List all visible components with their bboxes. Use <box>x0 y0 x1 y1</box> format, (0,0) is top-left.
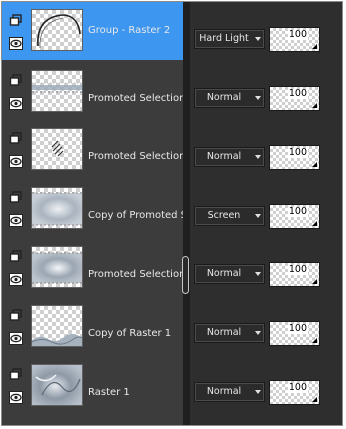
layer-controls: Normal 100 <box>190 356 342 414</box>
resize-grip-icon <box>312 279 317 284</box>
chevron-down-icon <box>255 272 261 276</box>
blend-mode-value: Normal <box>206 386 242 397</box>
resize-grip-icon <box>312 162 317 167</box>
layer-link-icon[interactable] <box>9 307 23 321</box>
layer-name: Promoted Selection 1 <box>88 151 184 162</box>
layer-controls: Screen 100 <box>190 179 342 237</box>
opacity-field[interactable]: 100 <box>269 27 320 52</box>
layer-link-icon[interactable] <box>9 130 23 144</box>
panel-divider <box>183 2 190 425</box>
layer-name: Raster 1 <box>88 387 130 398</box>
blend-mode-dropdown[interactable]: Screen <box>194 206 265 226</box>
eye-icon[interactable] <box>9 35 23 50</box>
layer-link-icon[interactable] <box>9 366 23 380</box>
layer-name: Group - Raster 2 <box>88 25 171 36</box>
layer-thumbnail <box>31 246 83 288</box>
eye-icon[interactable] <box>9 95 23 110</box>
blend-mode-value: Screen <box>207 210 241 221</box>
layer-row-promoted-selection[interactable]: Promoted Selection <box>2 238 184 296</box>
layer-link-icon[interactable] <box>9 248 23 262</box>
layer-properties: Hard Light 100 Normal 100 Normal 100 Scr… <box>190 2 342 425</box>
opacity-field[interactable]: 100 <box>269 145 320 170</box>
layer-name: Promoted Selection 2 <box>88 93 184 104</box>
opacity-field[interactable]: 100 <box>269 204 320 229</box>
blend-mode-dropdown[interactable]: Hard Light <box>194 29 265 49</box>
layer-name: Copy of Promoted Select <box>88 210 184 221</box>
splitter-handle[interactable] <box>182 256 189 294</box>
layer-link-icon[interactable] <box>9 72 23 86</box>
blend-mode-dropdown[interactable]: Normal <box>194 88 265 108</box>
resize-grip-icon <box>312 221 317 226</box>
layer-controls: Hard Light 100 <box>190 2 342 60</box>
blend-mode-value: Normal <box>206 327 242 338</box>
eye-icon[interactable] <box>9 330 23 345</box>
layer-link-icon[interactable] <box>9 189 23 203</box>
eye-icon[interactable] <box>9 153 23 168</box>
blend-mode-dropdown[interactable]: Normal <box>194 382 265 402</box>
layer-thumbnail <box>31 187 83 229</box>
layer-row-copy-of-raster-1[interactable]: Copy of Raster 1 <box>2 297 183 355</box>
chevron-down-icon <box>255 96 261 100</box>
opacity-field[interactable]: 100 <box>269 86 320 111</box>
layer-controls: Normal 100 <box>190 62 342 120</box>
layer-thumbnail <box>31 9 83 51</box>
layer-name: Promoted Selection <box>88 269 184 280</box>
chevron-down-icon <box>255 331 261 335</box>
layer-controls: Normal 100 <box>190 297 342 355</box>
blend-mode-value: Normal <box>206 92 242 103</box>
blend-mode-dropdown[interactable]: Normal <box>194 264 265 284</box>
blend-mode-value: Hard Light <box>199 33 249 44</box>
chevron-down-icon <box>255 37 261 41</box>
opacity-field[interactable]: 100 <box>269 321 320 346</box>
layer-name: Copy of Raster 1 <box>88 328 172 339</box>
layer-thumbnail <box>31 70 83 112</box>
resize-grip-icon <box>312 44 317 49</box>
opacity-value: 100 <box>287 264 308 275</box>
chevron-down-icon <box>255 390 261 394</box>
layer-row-copy-of-promoted-select[interactable]: Copy of Promoted Select <box>2 179 184 237</box>
blend-mode-value: Normal <box>206 268 242 279</box>
layer-row-promoted-selection-1[interactable]: Promoted Selection 1 <box>2 120 184 178</box>
blend-mode-value: Normal <box>206 151 242 162</box>
opacity-field[interactable]: 100 <box>269 262 320 287</box>
layer-row-raster-1[interactable]: Raster 1 <box>2 356 183 414</box>
eye-icon[interactable] <box>9 389 23 404</box>
layer-thumbnail <box>31 364 83 406</box>
layer-controls: Normal 100 <box>190 120 342 178</box>
blend-mode-dropdown[interactable]: Normal <box>194 147 265 167</box>
layer-row-promoted-selection-2[interactable]: Promoted Selection 2 <box>2 62 184 120</box>
blend-mode-dropdown[interactable]: Normal <box>194 323 265 343</box>
layer-row-group-raster-2[interactable]: Group - Raster 2 <box>2 2 183 60</box>
layer-link-icon[interactable] <box>9 12 23 26</box>
layer-controls: Normal 100 <box>190 238 342 296</box>
layer-list: Group - Raster 2 Promoted Selection 2 <box>2 2 184 425</box>
opacity-value: 100 <box>287 88 308 99</box>
opacity-field[interactable]: 100 <box>269 380 320 405</box>
opacity-value: 100 <box>287 206 308 217</box>
opacity-value: 100 <box>287 323 308 334</box>
opacity-value: 100 <box>287 382 308 393</box>
layer-thumbnail <box>31 128 83 170</box>
chevron-down-icon <box>255 214 261 218</box>
eye-icon[interactable] <box>9 271 23 286</box>
layers-palette: Group - Raster 2 Promoted Selection 2 <box>1 1 343 426</box>
resize-grip-icon <box>312 338 317 343</box>
resize-grip-icon <box>312 103 317 108</box>
eye-icon[interactable] <box>9 212 23 227</box>
chevron-down-icon <box>255 155 261 159</box>
opacity-value: 100 <box>287 147 308 158</box>
resize-grip-icon <box>312 397 317 402</box>
opacity-value: 100 <box>287 29 308 40</box>
layer-thumbnail <box>31 305 83 347</box>
